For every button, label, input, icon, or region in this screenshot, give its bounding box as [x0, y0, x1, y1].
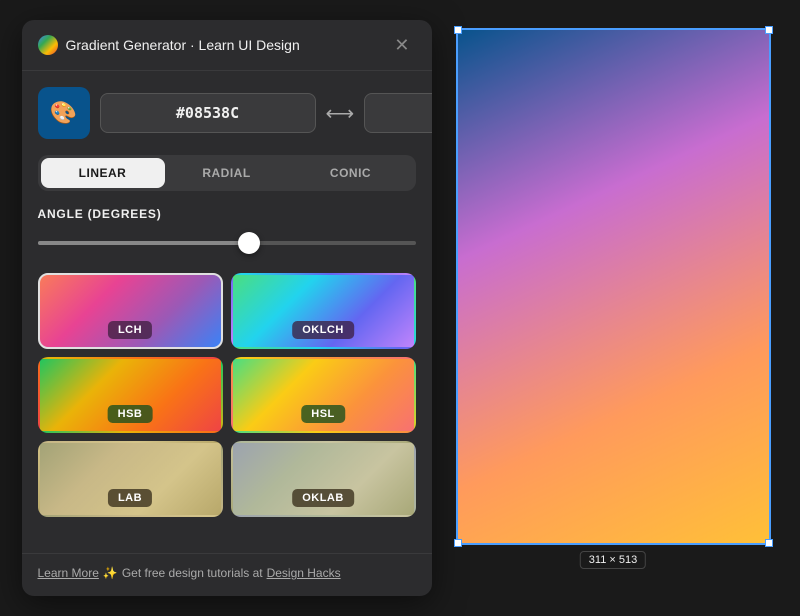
- close-button[interactable]: ✕: [388, 34, 415, 56]
- main-container: Gradient Generator · Learn UI Design ✕ 🎨…: [6, 4, 795, 612]
- type-btn-conic[interactable]: CONIC: [289, 158, 413, 188]
- color-row: 🎨 ⟷ 🎨: [38, 87, 416, 139]
- handle-bottom-right[interactable]: [765, 539, 773, 547]
- learn-more-link[interactable]: Learn More: [38, 566, 99, 580]
- mode-label-oklab: OKLAB: [292, 489, 354, 507]
- type-btn-radial[interactable]: RADIAL: [165, 158, 289, 188]
- panel-footer: Learn More ✨ Get free design tutorials a…: [22, 553, 432, 596]
- slider-fill: [38, 241, 250, 245]
- angle-label: ANGLE (DEGREES): [38, 207, 416, 221]
- g-logo-icon: [38, 35, 58, 55]
- color-mode-grid: LCH OKLCH HSB HSL LAB OKLAB: [38, 273, 416, 517]
- mode-label-hsb: HSB: [108, 405, 153, 423]
- preview-container: 311 × 513: [448, 20, 779, 558]
- angle-slider-container[interactable]: [38, 231, 416, 255]
- preview-border: 311 × 513: [456, 28, 771, 545]
- gradient-type-row: LINEAR RADIAL CONIC: [38, 155, 416, 191]
- gradient-preview: [458, 30, 769, 543]
- mode-label-lab: LAB: [108, 489, 152, 507]
- mode-card-lch[interactable]: LCH: [38, 273, 223, 349]
- dimension-badge: 311 × 513: [580, 551, 646, 569]
- header-left: Gradient Generator · Learn UI Design: [38, 35, 300, 55]
- sparkle-icon: ✨: [103, 566, 118, 580]
- panel-body: 🎨 ⟷ 🎨 LINEAR RADIAL CONIC ANGLE (DEGREES…: [22, 71, 432, 553]
- handle-top-right[interactable]: [765, 26, 773, 34]
- mode-label-oklch: OKLCH: [292, 321, 354, 339]
- design-hacks-link[interactable]: Design Hacks: [267, 566, 341, 580]
- slider-track: [38, 241, 416, 245]
- left-hex-input[interactable]: [100, 93, 316, 133]
- type-btn-linear[interactable]: LINEAR: [41, 158, 165, 188]
- handle-bottom-left[interactable]: [454, 539, 462, 547]
- mode-label-lch: LCH: [108, 321, 152, 339]
- mode-card-lab[interactable]: LAB: [38, 441, 223, 517]
- panel-title: Gradient Generator · Learn UI Design: [66, 37, 300, 53]
- right-hex-input[interactable]: [364, 93, 431, 133]
- slider-thumb[interactable]: [238, 232, 260, 254]
- swap-icon[interactable]: ⟷: [326, 101, 355, 126]
- panel-header: Gradient Generator · Learn UI Design ✕: [22, 20, 432, 71]
- mode-label-hsl: HSL: [301, 405, 345, 423]
- left-color-swatch[interactable]: 🎨: [38, 87, 90, 139]
- handle-top-left[interactable]: [454, 26, 462, 34]
- left-panel: Gradient Generator · Learn UI Design ✕ 🎨…: [22, 20, 432, 596]
- mode-card-oklab[interactable]: OKLAB: [231, 441, 416, 517]
- footer-description: Get free design tutorials at: [122, 566, 263, 580]
- palette-icon-left: 🎨: [50, 100, 77, 126]
- mode-card-oklch[interactable]: OKLCH: [231, 273, 416, 349]
- mode-card-hsl[interactable]: HSL: [231, 357, 416, 433]
- mode-card-hsb[interactable]: HSB: [38, 357, 223, 433]
